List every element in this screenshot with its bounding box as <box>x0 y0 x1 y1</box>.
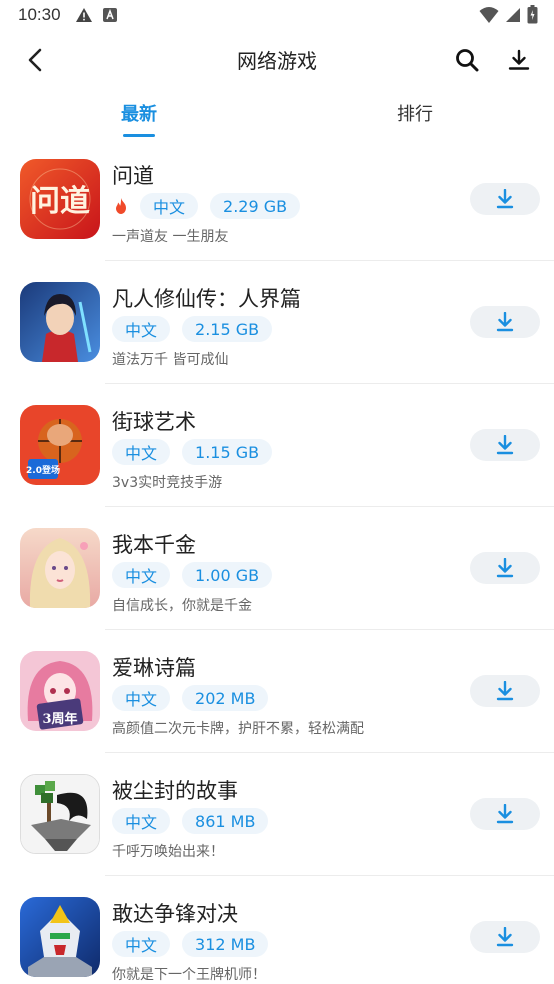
size-badge: 1.00 GB <box>182 562 273 588</box>
list-item[interactable]: 3周年 爱琳诗篇 中文 202 MB 高颜值二次元卡牌，护肝不累，轻松满配 <box>0 644 554 767</box>
game-tags: 中文 202 MB <box>112 685 269 711</box>
game-name: 问道 <box>112 164 154 188</box>
download-button[interactable] <box>470 675 540 707</box>
active-tab-indicator <box>123 134 155 137</box>
game-name: 被尘封的故事 <box>112 779 238 803</box>
download-icon <box>496 435 514 455</box>
tab-latest[interactable]: 最新 <box>99 100 179 126</box>
download-icon <box>496 189 514 209</box>
warning-icon <box>75 7 93 23</box>
tab-ranking[interactable]: 排行 <box>375 100 455 126</box>
game-description: 自信成长，你就是千金 <box>112 598 252 614</box>
game-description: 一声道友 一生朋友 <box>112 229 229 245</box>
download-icon <box>496 804 514 824</box>
divider <box>105 629 554 630</box>
download-button[interactable] <box>470 552 540 584</box>
svg-text:3周年: 3周年 <box>42 711 77 727</box>
jieqiu-icon[interactable]: 2.0登场 <box>20 405 100 485</box>
status-time: 10:30 <box>18 5 61 24</box>
list-item[interactable]: 问道 问道 中文 2.29 GB 一声道友 一生朋友 <box>0 152 554 275</box>
game-name: 凡人修仙传：人界篇 <box>112 287 301 311</box>
language-badge: 中文 <box>112 316 171 342</box>
download-button[interactable] <box>470 306 540 338</box>
divider <box>105 506 554 507</box>
language-badge: 中文 <box>112 562 171 588</box>
divider <box>105 383 554 384</box>
chevron-left-icon <box>28 48 42 72</box>
game-tags: 中文 312 MB <box>112 931 269 957</box>
size-badge: 2.15 GB <box>182 316 273 342</box>
size-badge: 861 MB <box>182 808 269 834</box>
game-name: 敢达争锋对决 <box>112 902 238 926</box>
back-button[interactable] <box>20 45 50 75</box>
download-button[interactable] <box>470 429 540 461</box>
chenfeng-icon[interactable] <box>20 774 100 854</box>
language-badge: 中文 <box>112 931 171 957</box>
language-badge: 中文 <box>112 685 171 711</box>
list-item[interactable]: 我本千金 中文 1.00 GB 自信成长，你就是千金 <box>0 521 554 644</box>
language-badge: 中文 <box>112 439 171 465</box>
list-item[interactable]: 2.0登场 街球艺术 中文 1.15 GB 3v3实时竞技手游 <box>0 398 554 521</box>
qianjin-icon[interactable] <box>20 528 100 608</box>
ailin-icon[interactable]: 3周年 <box>20 651 100 731</box>
svg-text:2.0登场: 2.0登场 <box>26 464 60 476</box>
size-badge: 1.15 GB <box>182 439 273 465</box>
game-tags: 中文 1.00 GB <box>112 562 273 588</box>
app-bar: 网络游戏 <box>0 30 554 88</box>
download-icon <box>496 312 514 332</box>
download-icon <box>496 558 514 578</box>
notification-a-icon <box>102 8 117 22</box>
list-item[interactable]: 凡人修仙传：人界篇 中文 2.15 GB 道法万千 皆可成仙 <box>0 275 554 398</box>
game-tags: 中文 1.15 GB <box>112 439 273 465</box>
download-icon <box>508 49 530 70</box>
gundam-icon[interactable] <box>20 897 100 977</box>
divider <box>105 260 554 261</box>
game-description: 道法万千 皆可成仙 <box>112 352 229 368</box>
status-bar: 10:30 <box>0 0 554 30</box>
size-badge: 202 MB <box>182 685 269 711</box>
fanren-icon[interactable] <box>20 282 100 362</box>
search-button[interactable] <box>452 45 482 75</box>
download-button[interactable] <box>470 921 540 953</box>
divider <box>105 752 554 753</box>
signal-icon <box>505 7 521 27</box>
language-badge: 中文 <box>112 808 171 834</box>
download-icon <box>496 681 514 701</box>
game-description: 3v3实时竞技手游 <box>112 475 223 491</box>
language-badge: 中文 <box>140 193 199 219</box>
game-list: 问道 问道 中文 2.29 GB 一声道友 一生朋友 凡人修仙传：人界篇 中文 … <box>0 152 554 984</box>
list-item[interactable]: 敢达争锋对决 中文 312 MB 你就是下一个王牌机师！ <box>0 890 554 984</box>
battery-icon <box>527 5 538 28</box>
game-description: 千呼万唤始出来！ <box>112 844 224 860</box>
download-button[interactable] <box>470 798 540 830</box>
downloads-button[interactable] <box>504 45 534 75</box>
wendao-icon[interactable]: 问道 <box>20 159 100 239</box>
size-badge: 312 MB <box>182 931 269 957</box>
game-description: 你就是下一个王牌机师！ <box>112 967 266 983</box>
game-description: 高颜值二次元卡牌，护肝不累，轻松满配 <box>112 721 364 737</box>
wifi-icon <box>479 6 499 28</box>
download-icon <box>496 927 514 947</box>
tab-bar: 最新 排行 <box>0 88 554 152</box>
divider <box>105 875 554 876</box>
size-badge: 2.29 GB <box>210 193 301 219</box>
game-name: 我本千金 <box>112 533 196 557</box>
game-name: 街球艺术 <box>112 410 196 434</box>
hot-fire-icon <box>112 194 130 218</box>
svg-text:问道: 问道 <box>30 184 90 219</box>
game-tags: 中文 2.15 GB <box>112 316 273 342</box>
page-title: 网络游戏 <box>237 48 317 73</box>
download-button[interactable] <box>470 183 540 215</box>
game-tags: 中文 2.29 GB <box>112 193 301 219</box>
search-icon <box>456 49 479 72</box>
game-tags: 中文 861 MB <box>112 808 269 834</box>
list-item[interactable]: 被尘封的故事 中文 861 MB 千呼万唤始出来！ <box>0 767 554 890</box>
game-name: 爱琳诗篇 <box>112 656 196 680</box>
